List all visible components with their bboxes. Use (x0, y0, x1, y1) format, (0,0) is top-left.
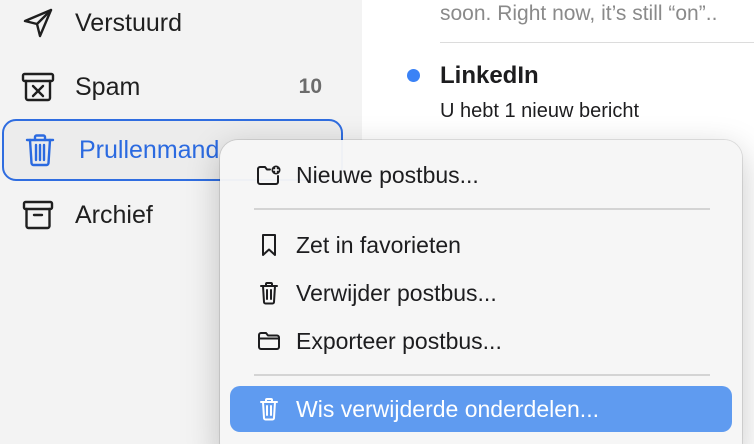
menu-item-label: Wis verwijderde onderdelen... (296, 395, 599, 422)
trash-icon (256, 396, 282, 422)
folder-icon (256, 328, 282, 354)
sidebar-item-label: Archief (75, 200, 153, 229)
new-folder-icon (256, 162, 282, 188)
trash-icon (256, 280, 282, 306)
sidebar-item-sent[interactable]: Verstuurd (0, 0, 362, 54)
paper-plane-icon (20, 5, 56, 41)
archive-icon (20, 197, 56, 233)
message-preview-snippet: soon. Right now, it’s still “on”.. (440, 2, 718, 25)
menu-item-label: Verwijder postbus... (296, 279, 497, 306)
menu-item-add-to-favorites[interactable]: Zet in favorieten (230, 222, 732, 268)
sidebar-item-label: Spam (75, 72, 141, 101)
menu-item-new-mailbox[interactable]: Nieuwe postbus... (230, 152, 732, 198)
sidebar-item-label: Verstuurd (75, 8, 183, 37)
menu-item-label: Nieuwe postbus... (296, 161, 479, 188)
message-subject: U hebt 1 nieuw bericht (440, 100, 640, 122)
junk-icon (20, 69, 56, 105)
menu-separator (254, 208, 710, 210)
unread-indicator (407, 69, 420, 82)
menu-item-erase-deleted-items[interactable]: Wis verwijderde onderdelen... (230, 386, 732, 432)
menu-separator (254, 374, 710, 376)
unread-count-badge: 10 (298, 75, 322, 98)
menu-item-delete-mailbox[interactable]: Verwijder postbus... (230, 270, 732, 316)
context-menu: Nieuwe postbus... Zet in favorieten Verw… (220, 140, 742, 444)
mail-window: Verstuurd Spam 10 Prullenmand Archief so… (0, 0, 754, 444)
trash-icon (22, 132, 58, 168)
sidebar-item-spam[interactable]: Spam 10 (0, 56, 362, 118)
menu-item-label: Exporteer postbus... (296, 327, 502, 354)
menu-item-export-mailbox[interactable]: Exporteer postbus... (230, 318, 732, 364)
message-divider (440, 42, 754, 43)
menu-item-label: Zet in favorieten (296, 231, 461, 258)
message-sender: LinkedIn (440, 62, 539, 89)
bookmark-icon (256, 232, 282, 258)
sidebar-item-label: Prullenmand (79, 135, 220, 164)
